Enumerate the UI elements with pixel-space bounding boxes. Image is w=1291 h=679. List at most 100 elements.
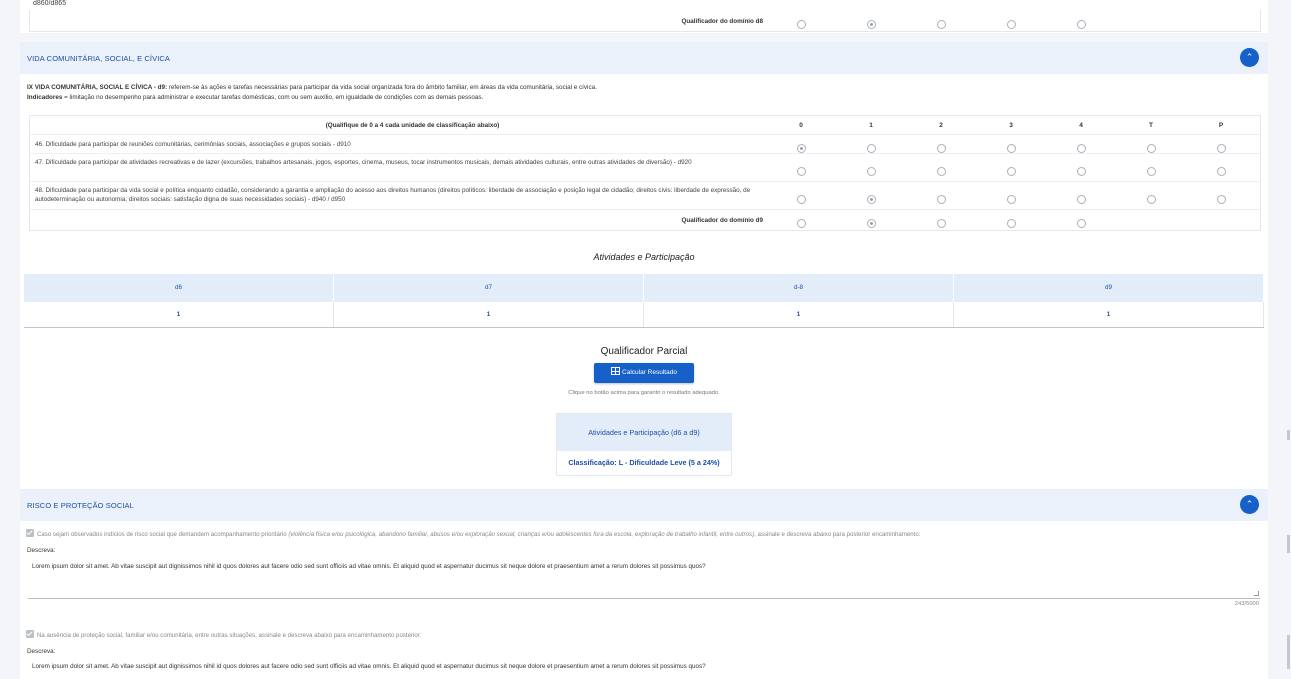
summary-header-d8: d-8: [644, 274, 954, 302]
risk-card: RISCO E PROTEÇÃO SOCIAL ⌃ Caso sejam obs…: [20, 489, 1268, 679]
d9-qual-col-1: [836, 215, 906, 233]
radio-button[interactable]: [796, 144, 806, 153]
risk-textarea-1[interactable]: Lorem ipsum dolor sit amet. Ab vitae sus…: [28, 561, 1260, 599]
radio-button[interactable]: [1076, 195, 1086, 204]
risk-textarea-1-text: Lorem ipsum dolor sit amet. Ab vitae sus…: [32, 563, 706, 570]
risk-counter-1: 243/5000: [1234, 601, 1259, 607]
radio-button[interactable]: [1146, 167, 1156, 176]
d8-card: d860/d865 Qualificador do domínio d8: [20, 0, 1268, 33]
radio-button[interactable]: [1006, 144, 1016, 153]
radio-button[interactable]: [1146, 144, 1156, 153]
checkbox-checked-icon[interactable]: [26, 630, 34, 638]
radio-button[interactable]: [796, 20, 806, 29]
d8-qual-row: Qualificador do domínio d8: [29, 10, 1261, 32]
risk-section-header[interactable]: RISCO E PROTEÇÃO SOCIAL ⌃: [20, 489, 1268, 521]
risk-check-1-tail: , assinale e descreva abaixo para poster…: [754, 531, 921, 538]
d9-item-48-label: 48. Dificuldade para participar da vida …: [35, 187, 751, 203]
radio-button[interactable]: [866, 219, 876, 228]
radio-button[interactable]: [1076, 20, 1086, 29]
d9-section-title: VIDA COMUNITÁRIA, SOCIAL, E CÍVICA: [27, 54, 171, 63]
risk-check-2[interactable]: Na ausência de proteção social, familiar…: [26, 630, 421, 639]
d8-qual-label: Qualificador do domínio d8: [681, 18, 763, 25]
result-classification: Classificação: L - Dificuldade Leve (5 a…: [557, 451, 731, 475]
risk-desc-label-1: Descreva:: [27, 547, 56, 554]
d9-table-header: (Qualifique de 0 a 4 cada unidade de cla…: [30, 116, 1260, 135]
result-box: Atividades e Participação (d6 a d9) Clas…: [557, 414, 731, 475]
summary-value-d9: 1: [954, 302, 1264, 327]
radio-button[interactable]: [866, 20, 876, 29]
summary-table: d6 d7 d-8 d9 1 1 1 1: [24, 274, 1264, 328]
radio-button[interactable]: [1216, 144, 1226, 153]
radio-button[interactable]: [936, 167, 946, 176]
d8-qual-col-2: [906, 16, 976, 34]
radio-button[interactable]: [1006, 20, 1016, 29]
radio-button[interactable]: [866, 195, 876, 204]
d8-qual-col-0: [766, 16, 836, 34]
d9-qual-col-2: [906, 215, 976, 233]
radio-button[interactable]: [866, 144, 876, 153]
collapse-risk-button[interactable]: ⌃: [1240, 495, 1259, 514]
d9-table-header-label: (Qualifique de 0 a 4 cada unidade de cla…: [325, 122, 500, 129]
radio-button[interactable]: [936, 144, 946, 153]
d8-row-text: d860/d865: [33, 0, 67, 7]
d8-qual-col-3: [976, 16, 1046, 34]
table-row: 46. Dificuldade para participar de reuni…: [30, 135, 1260, 154]
partial-title: Qualificador Parcial: [600, 346, 688, 357]
d9-card: VIDA COMUNITÁRIA, SOCIAL, E CÍVICA ⌃ IX …: [20, 42, 1268, 489]
scrollbar-thumb[interactable]: [1287, 635, 1290, 669]
radio-button[interactable]: [936, 195, 946, 204]
d9-item-46-label: 46. Dificuldade para participar de reuni…: [35, 141, 351, 148]
d9-description: IX VIDA COMUNITÁRIA, SOCIAL E CÍVICA - d…: [27, 83, 597, 93]
d9-item-2-col-5: [1116, 191, 1186, 209]
calculate-result-label: Calcular Resultado: [622, 369, 677, 376]
summary-value-d8: 1: [644, 302, 954, 327]
summary-value-d6: 1: [24, 302, 334, 327]
risk-textarea-2[interactable]: Lorem ipsum dolor sit amet. Ab vitae sus…: [28, 661, 1260, 679]
radio-button[interactable]: [936, 219, 946, 228]
summary-header-d7: d7: [334, 274, 644, 302]
collapse-d9-button[interactable]: ⌃: [1240, 48, 1259, 67]
d9-section-header[interactable]: VIDA COMUNITÁRIA, SOCIAL, E CÍVICA ⌃: [20, 42, 1268, 74]
resize-handle-icon[interactable]: [1254, 591, 1259, 596]
d9-item-1-col-5: [1116, 163, 1186, 181]
d9-column-header: 0: [799, 122, 803, 129]
radio-button[interactable]: [1076, 144, 1086, 153]
summary-header-d9: d9: [954, 274, 1264, 302]
risk-check-1[interactable]: Caso sejam observados indícios de risco …: [26, 529, 920, 538]
d8-qual-col-1: [836, 16, 906, 34]
d9-desc-text: referem-se às ações e tarefas necessária…: [167, 84, 597, 91]
d9-column-header: 2: [939, 122, 943, 129]
d9-item-1-col-2: [906, 163, 976, 181]
d9-item-1-col-3: [976, 163, 1046, 181]
radio-button[interactable]: [1076, 167, 1086, 176]
risk-desc-label-2: Descreva:: [27, 648, 56, 655]
scrollbar-thumb[interactable]: [1287, 535, 1290, 553]
radio-button[interactable]: [866, 167, 876, 176]
d9-item-2-col-2: [906, 191, 976, 209]
radio-button[interactable]: [796, 219, 806, 228]
d9-item-2-col-0: [766, 191, 836, 209]
d9-table: (Qualifique de 0 a 4 cada unidade de cla…: [29, 115, 1261, 231]
d9-column-header: T: [1149, 122, 1153, 129]
risk-check-2-text: Na ausência de proteção social, familiar…: [37, 632, 422, 639]
radio-button[interactable]: [1006, 219, 1016, 228]
radio-button[interactable]: [1006, 195, 1016, 204]
summary-title: Atividades e Participação: [593, 252, 695, 262]
radio-button[interactable]: [1146, 195, 1156, 204]
calculate-result-button[interactable]: Calcular Resultado: [594, 363, 694, 383]
d9-item-1-col-6: [1186, 163, 1256, 181]
risk-section-title: RISCO E PROTEÇÃO SOCIAL: [27, 501, 134, 510]
radio-button[interactable]: [796, 167, 806, 176]
checkbox-checked-icon[interactable]: [26, 529, 34, 537]
chevron-up-icon: ⌃: [1245, 499, 1254, 509]
scrollbar-thumb[interactable]: [1287, 430, 1290, 440]
radio-button[interactable]: [796, 195, 806, 204]
d9-ind-prefix: Indicadores: [27, 94, 63, 101]
radio-button[interactable]: [936, 20, 946, 29]
d9-qual-row: Qualificador do domínio d9: [30, 210, 1260, 230]
radio-button[interactable]: [1006, 167, 1016, 176]
radio-button[interactable]: [1076, 219, 1086, 228]
radio-button[interactable]: [1216, 195, 1226, 204]
radio-button[interactable]: [1216, 167, 1226, 176]
calculator-icon: [611, 367, 621, 375]
